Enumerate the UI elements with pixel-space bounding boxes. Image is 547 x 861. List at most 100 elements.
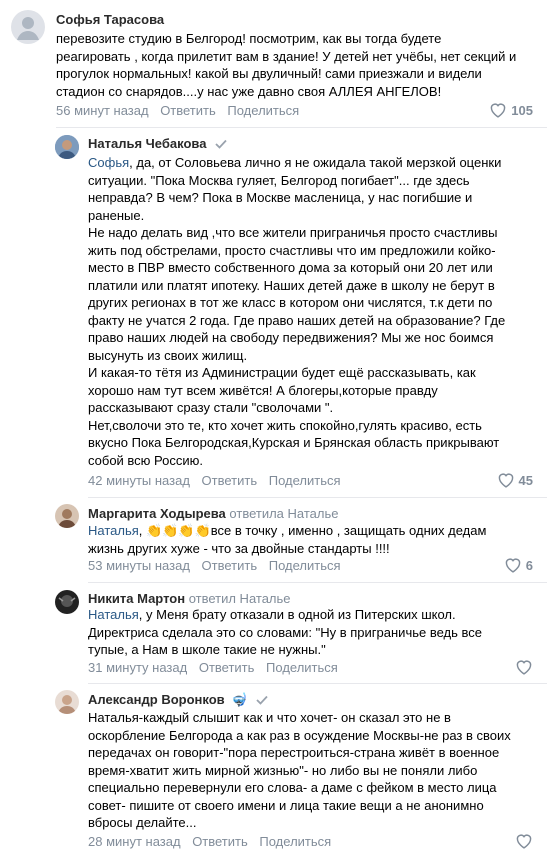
comment-line: платили или платят ипотеку. Наших детей … bbox=[88, 277, 495, 293]
like-button[interactable]: 105 bbox=[489, 102, 533, 118]
comment-line: факту не учатся 2 года. Где право наших … bbox=[88, 312, 506, 328]
like-count: 6 bbox=[525, 557, 533, 573]
comment-line: передачах он говорит-"пора перестроиться… bbox=[88, 745, 500, 760]
like-count: 105 bbox=[511, 102, 533, 118]
heart-icon bbox=[516, 834, 532, 849]
comment-text: Наталья, у Меня брату отказали в одной и… bbox=[88, 606, 482, 659]
verified-check-icon bbox=[215, 137, 227, 152]
comment-author[interactable]: Никита Мартон ответил Наталье bbox=[88, 591, 291, 606]
comment-text: Софья, да, от Соловьева лично я не ожида… bbox=[88, 154, 505, 469]
comment-meta: 31 минуту назад Ответить Поделиться bbox=[88, 660, 338, 675]
reply-link[interactable]: Ответить bbox=[202, 473, 258, 488]
comment-author[interactable]: Наталья Чебакова bbox=[88, 136, 227, 152]
comment-text: перевозите студию в Белгород! посмотрим,… bbox=[56, 30, 516, 100]
share-link[interactable]: Поделиться bbox=[259, 834, 331, 849]
comment-line: место в ПВР вместо собственного дома за … bbox=[88, 260, 493, 275]
comment-line: право наших людей на свободу передвижени… bbox=[88, 330, 494, 345]
author-name[interactable]: Маргарита Ходырева bbox=[88, 506, 226, 521]
divider bbox=[88, 497, 547, 498]
author-name[interactable]: Наталья Чебакова bbox=[88, 136, 206, 151]
mention-link[interactable]: Софья bbox=[88, 155, 129, 170]
comment-line: Наталья, 👏👏👏👏все в точку , именно , защи… bbox=[88, 523, 487, 538]
comment-line: раненые. bbox=[88, 207, 145, 223]
comment-line: прогулок нормальных! какой вы двуличный!… bbox=[56, 66, 482, 81]
replied-to[interactable]: ответила Наталье bbox=[229, 506, 338, 521]
diving-mask-icon: 🤿 bbox=[231, 692, 248, 707]
user-photo-icon bbox=[55, 690, 79, 714]
mention-link[interactable]: Наталья bbox=[88, 607, 139, 622]
comment-line: время-хватит жить мирной жизнью"- но либ… bbox=[88, 762, 478, 778]
user-photo-icon bbox=[55, 135, 79, 159]
avatar[interactable] bbox=[55, 504, 79, 528]
comment-line: Наталья, у Меня брату отказали в одной и… bbox=[88, 606, 482, 624]
timestamp[interactable]: 56 минут назад bbox=[56, 103, 149, 118]
comment-line: собой всю Россию. bbox=[88, 452, 204, 468]
comment-line: Наталья-каждый слышит как и что хочет- о… bbox=[88, 710, 451, 725]
timestamp[interactable]: 42 минуты назад bbox=[88, 473, 190, 488]
heart-icon bbox=[498, 473, 513, 488]
comment-line: И какая-то тётя из Администрации будет е… bbox=[88, 365, 476, 380]
comment-line: реагировать , когда прилетит вам в здани… bbox=[56, 48, 517, 64]
like-button[interactable] bbox=[515, 833, 533, 849]
comment-meta: 56 минут назад Ответить Поделиться bbox=[56, 103, 299, 118]
comment-author[interactable]: Маргарита Ходырева ответила Наталье bbox=[88, 506, 338, 521]
timestamp[interactable]: 53 минуты назад bbox=[88, 558, 190, 573]
share-link[interactable]: Поделиться bbox=[269, 558, 341, 573]
comment-line: специально перевернули его слова- а даме… bbox=[88, 780, 497, 795]
reply-link[interactable]: Ответить bbox=[160, 103, 216, 118]
comment-line: Софья, да, от Соловьева лично я не ожида… bbox=[88, 154, 505, 172]
default-avatar-icon bbox=[17, 17, 39, 40]
author-name[interactable]: Александр Воронков bbox=[88, 692, 225, 707]
comment-line: стадион со снарядов....у нас уже давно с… bbox=[56, 83, 442, 99]
reply-link[interactable]: Ответить bbox=[192, 834, 248, 849]
divider bbox=[56, 127, 547, 128]
divider bbox=[88, 582, 547, 583]
comment-line-text: , да, от Соловьева лично я не ожидала та… bbox=[129, 155, 502, 170]
comment-line: хорошо нам тут всем живётся! А блогеры,к… bbox=[88, 382, 438, 398]
user-photo-icon bbox=[55, 504, 79, 528]
timestamp[interactable]: 31 минуту назад bbox=[88, 660, 187, 675]
comment-line: рассказывают сразу стали "сволочами ". bbox=[88, 400, 334, 415]
comment-author[interactable]: Александр Воронков 🤿 bbox=[88, 692, 268, 708]
comment-meta: 28 минут назад Ответить Поделиться bbox=[88, 834, 331, 849]
mention-link[interactable]: Наталья bbox=[88, 523, 139, 538]
comment-line-text: все в точку , именно , защищать одних де… bbox=[210, 523, 487, 538]
comment-line: Не надо делать вид ,что все жители пригр… bbox=[88, 225, 498, 240]
reply-link[interactable]: Ответить bbox=[199, 660, 255, 675]
comment-line-text: , у Меня брату отказали в одной из Питер… bbox=[138, 607, 456, 622]
heart-icon bbox=[505, 558, 521, 573]
comment-line: совет- пишите от своего имени и лица так… bbox=[88, 797, 484, 813]
comment-line: Нет,сволочи это те, кто хочет жить споко… bbox=[88, 417, 482, 433]
user-photo-icon bbox=[55, 590, 79, 614]
comment-line: высунуть из своих жилищ. bbox=[88, 347, 248, 363]
avatar[interactable] bbox=[55, 690, 79, 714]
heart-icon bbox=[491, 103, 506, 118]
clap-emoji-icon: 👏👏👏👏 bbox=[146, 523, 211, 538]
avatar[interactable] bbox=[11, 10, 45, 44]
share-link[interactable]: Поделиться bbox=[227, 103, 299, 118]
replied-to[interactable]: ответил Наталье bbox=[189, 591, 291, 606]
comment-meta: 53 минуты назад Ответить Поделиться bbox=[88, 558, 341, 573]
author-name[interactable]: Софья Тарасова bbox=[56, 12, 164, 27]
comment-line: жить под обстрелами, просто счастливы чт… bbox=[88, 242, 496, 258]
comment-meta: 42 минуты назад Ответить Поделиться bbox=[88, 473, 341, 488]
timestamp[interactable]: 28 минут назад bbox=[88, 834, 181, 849]
author-name[interactable]: Никита Мартон bbox=[88, 591, 185, 606]
like-button[interactable]: 45 bbox=[497, 472, 533, 488]
share-link[interactable]: Поделиться bbox=[269, 473, 341, 488]
comment-line: перевозите студию в Белгород! посмотрим,… bbox=[56, 31, 442, 46]
like-button[interactable]: 6 bbox=[504, 557, 533, 573]
comment-line: оскорбление Белгорода а как раз в осужде… bbox=[88, 727, 511, 743]
comment-author[interactable]: Софья Тарасова bbox=[56, 12, 164, 27]
comment-line: жизнь других хуже - что за двойные станд… bbox=[88, 540, 390, 556]
comment-line: вкусно Пока Белгородская,Курская и Брянс… bbox=[88, 435, 500, 450]
comment-line: неправда? В чем? Пока в Москве масленица… bbox=[88, 190, 473, 205]
avatar[interactable] bbox=[55, 590, 79, 614]
avatar[interactable] bbox=[55, 135, 79, 159]
like-button[interactable] bbox=[515, 659, 533, 675]
reply-link[interactable]: Ответить bbox=[202, 558, 258, 573]
share-link[interactable]: Поделиться bbox=[266, 660, 338, 675]
heart-icon bbox=[516, 660, 532, 675]
comment-line: других регионах в тот же класс в котором… bbox=[88, 295, 493, 310]
comment-text: Наталья, 👏👏👏👏все в точку , именно , защи… bbox=[88, 522, 486, 557]
